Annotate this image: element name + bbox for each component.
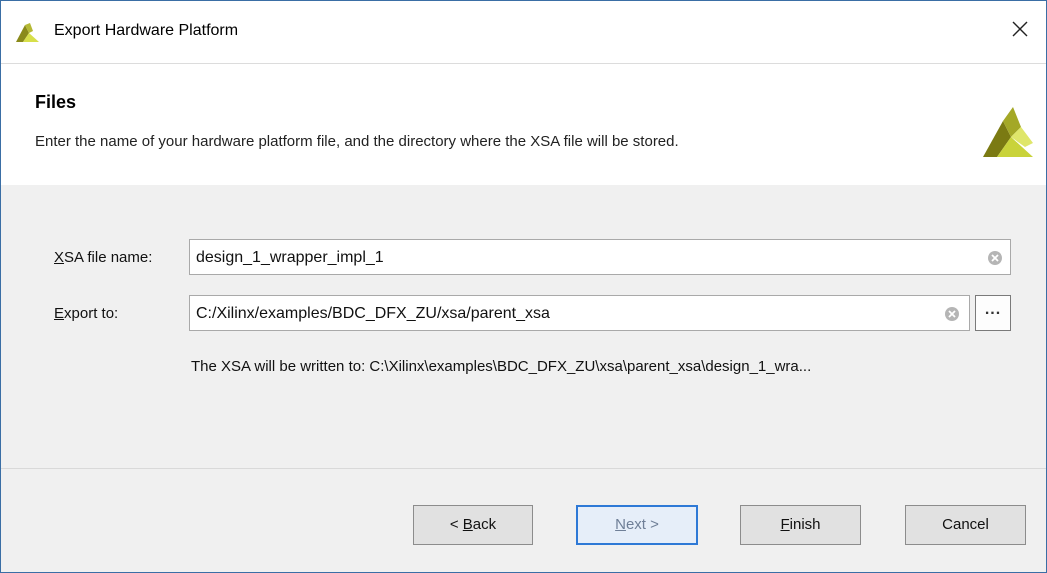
label-text: SA file name: <box>64 249 153 266</box>
back-button[interactable]: < Back <box>413 505 533 545</box>
title-bar: Export Hardware Platform <box>1 1 1046 64</box>
page-title: Files <box>35 92 77 112</box>
label-text: xport to: <box>64 305 119 322</box>
mnemonic-e: E <box>54 305 65 322</box>
back-label: ack <box>472 516 497 533</box>
dialog-window: Export Hardware Platform Files Enter the… <box>0 0 1047 573</box>
finish-label: inish <box>789 516 821 533</box>
mnemonic-x: X <box>54 249 65 266</box>
mnemonic-b: B <box>462 516 473 533</box>
window-title: Export Hardware Platform <box>54 22 239 39</box>
browse-button[interactable]: ... <box>975 295 1011 331</box>
close-icon[interactable] <box>1006 15 1034 43</box>
cancel-button[interactable]: Cancel <box>905 505 1026 545</box>
next-button[interactable]: Next > <box>576 505 698 545</box>
export-to-value: C:/Xilinx/examples/BDC_DFX_ZU/xsa/parent… <box>196 305 550 322</box>
export-to-input[interactable]: C:/Xilinx/examples/BDC_DFX_ZU/xsa/parent… <box>189 295 970 331</box>
export-to-label: Export to: <box>54 305 118 322</box>
back-prefix: < <box>449 516 463 533</box>
mnemonic-n: N <box>615 516 626 533</box>
xsa-output-path-text: The XSA will be written to: C:\Xilinx\ex… <box>191 358 812 375</box>
mnemonic-f: F <box>780 516 790 533</box>
finish-button[interactable]: Finish <box>740 505 861 545</box>
wizard-header: Files Enter the name of your hardware pl… <box>1 64 1046 185</box>
browse-icon: ... <box>984 301 1002 318</box>
clear-icon[interactable] <box>944 306 960 322</box>
xsa-file-name-input[interactable]: design_1_wrapper_impl_1 <box>189 239 1011 275</box>
vivado-logo-icon <box>983 107 1033 157</box>
xsa-file-name-value: design_1_wrapper_impl_1 <box>196 249 384 266</box>
page-description: Enter the name of your hardware platform… <box>35 133 679 150</box>
next-label: ext > <box>625 516 659 533</box>
xsa-file-name-label: XSA file name: <box>54 249 152 266</box>
vivado-logo-icon <box>16 23 39 42</box>
clear-icon[interactable] <box>987 250 1003 266</box>
footer-separator <box>1 468 1046 469</box>
